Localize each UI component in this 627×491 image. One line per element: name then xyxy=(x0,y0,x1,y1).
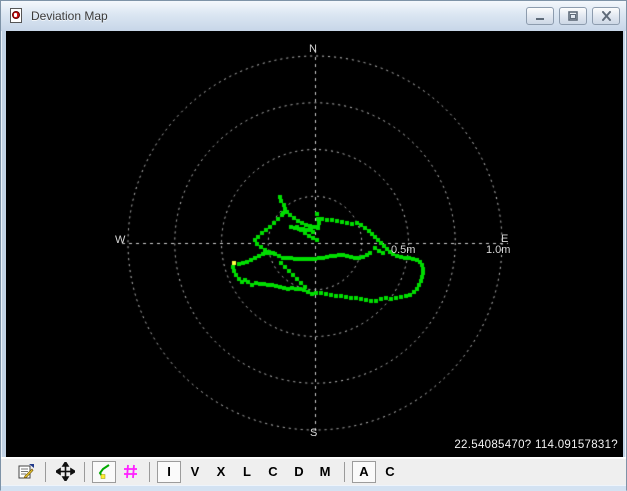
grid-toggle-button[interactable] xyxy=(118,461,142,483)
minimize-icon xyxy=(536,17,544,20)
maximize-button[interactable] xyxy=(559,7,587,25)
minimize-button[interactable] xyxy=(526,7,554,25)
window-bottom-edge xyxy=(1,485,626,491)
close-button[interactable] xyxy=(592,7,620,25)
titlebar[interactable]: Deviation Map xyxy=(1,1,626,31)
grid-icon xyxy=(123,464,137,479)
mode-button-A[interactable]: A xyxy=(352,460,376,483)
scale-button-D[interactable]: D xyxy=(287,461,311,483)
properties-icon xyxy=(18,464,34,479)
mode-button-C[interactable]: C xyxy=(378,461,402,483)
scale-button-I[interactable]: I xyxy=(157,460,181,483)
trail-toggle-button[interactable] xyxy=(92,460,116,483)
toolbar-separator xyxy=(45,461,46,482)
mode-button-group: AC xyxy=(351,460,403,483)
scale-button-V[interactable]: V xyxy=(183,461,207,483)
window-title: Deviation Map xyxy=(31,9,108,23)
scale-button-X[interactable]: X xyxy=(209,461,233,483)
scale-button-group: IVXLCDM xyxy=(156,460,338,483)
maximize-icon xyxy=(568,11,578,21)
scale-button-C[interactable]: C xyxy=(261,461,285,483)
toolbar-separator xyxy=(149,461,150,482)
toolbar-separator xyxy=(344,461,345,482)
trail-icon xyxy=(98,464,110,479)
bottom-toolbar: IVXLCDM AC xyxy=(1,457,626,485)
close-icon xyxy=(601,11,611,21)
pan-button[interactable] xyxy=(53,461,77,483)
deviation-plot[interactable]: N S W E 0.5m 1.0m 22.54085470? 114.09157… xyxy=(6,31,623,457)
scale-button-M[interactable]: M xyxy=(313,461,337,483)
deviation-map-window: Deviation Map N S W E 0.5m 1.0m 22.54085… xyxy=(0,0,627,491)
properties-button[interactable] xyxy=(14,461,38,483)
app-icon xyxy=(9,8,25,24)
pan-arrows-icon xyxy=(55,462,75,481)
scale-button-L[interactable]: L xyxy=(235,461,259,483)
deviation-plot-canvas[interactable] xyxy=(6,31,623,457)
toolbar-separator xyxy=(84,461,85,482)
